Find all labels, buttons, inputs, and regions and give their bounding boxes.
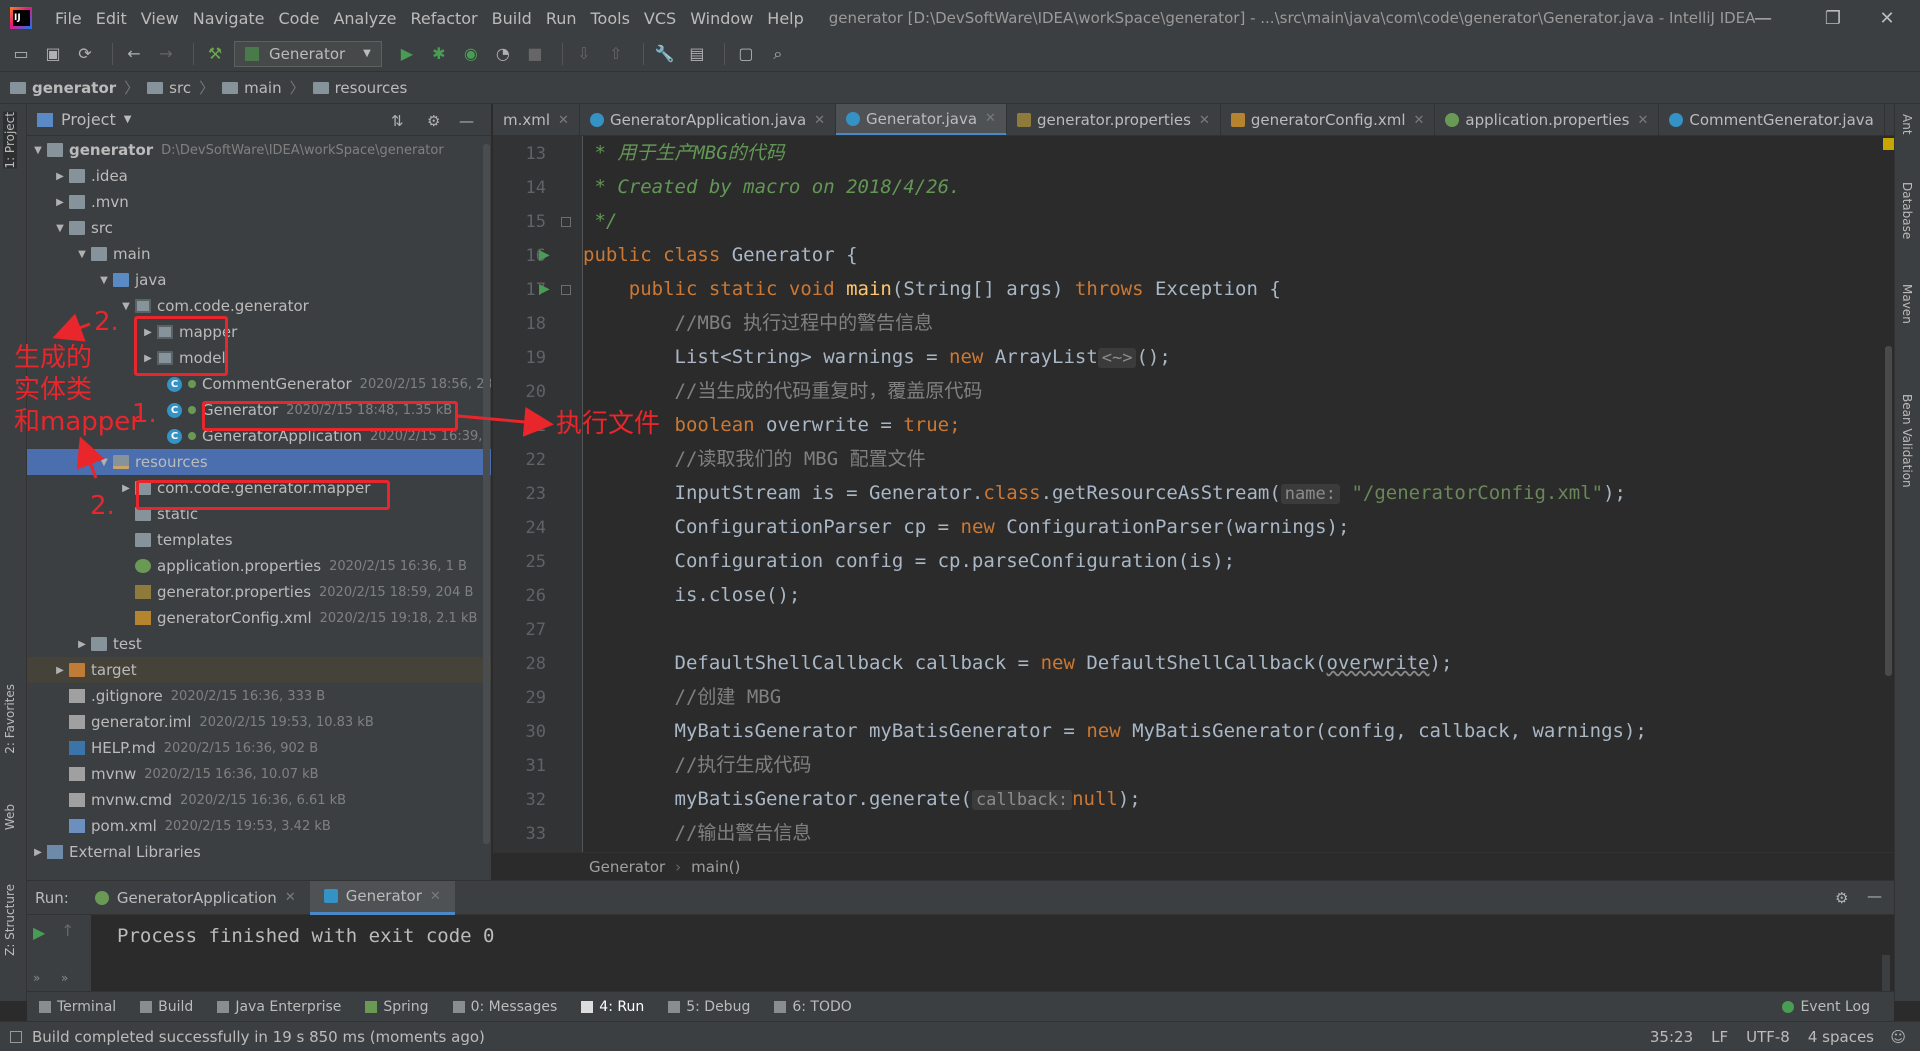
arrow-from-mapper-xml [76, 436, 105, 479]
annotation-arrows [52, 313, 554, 479]
arrow-to-exec-label [457, 406, 554, 437]
arrow-to-mapper [52, 313, 91, 342]
